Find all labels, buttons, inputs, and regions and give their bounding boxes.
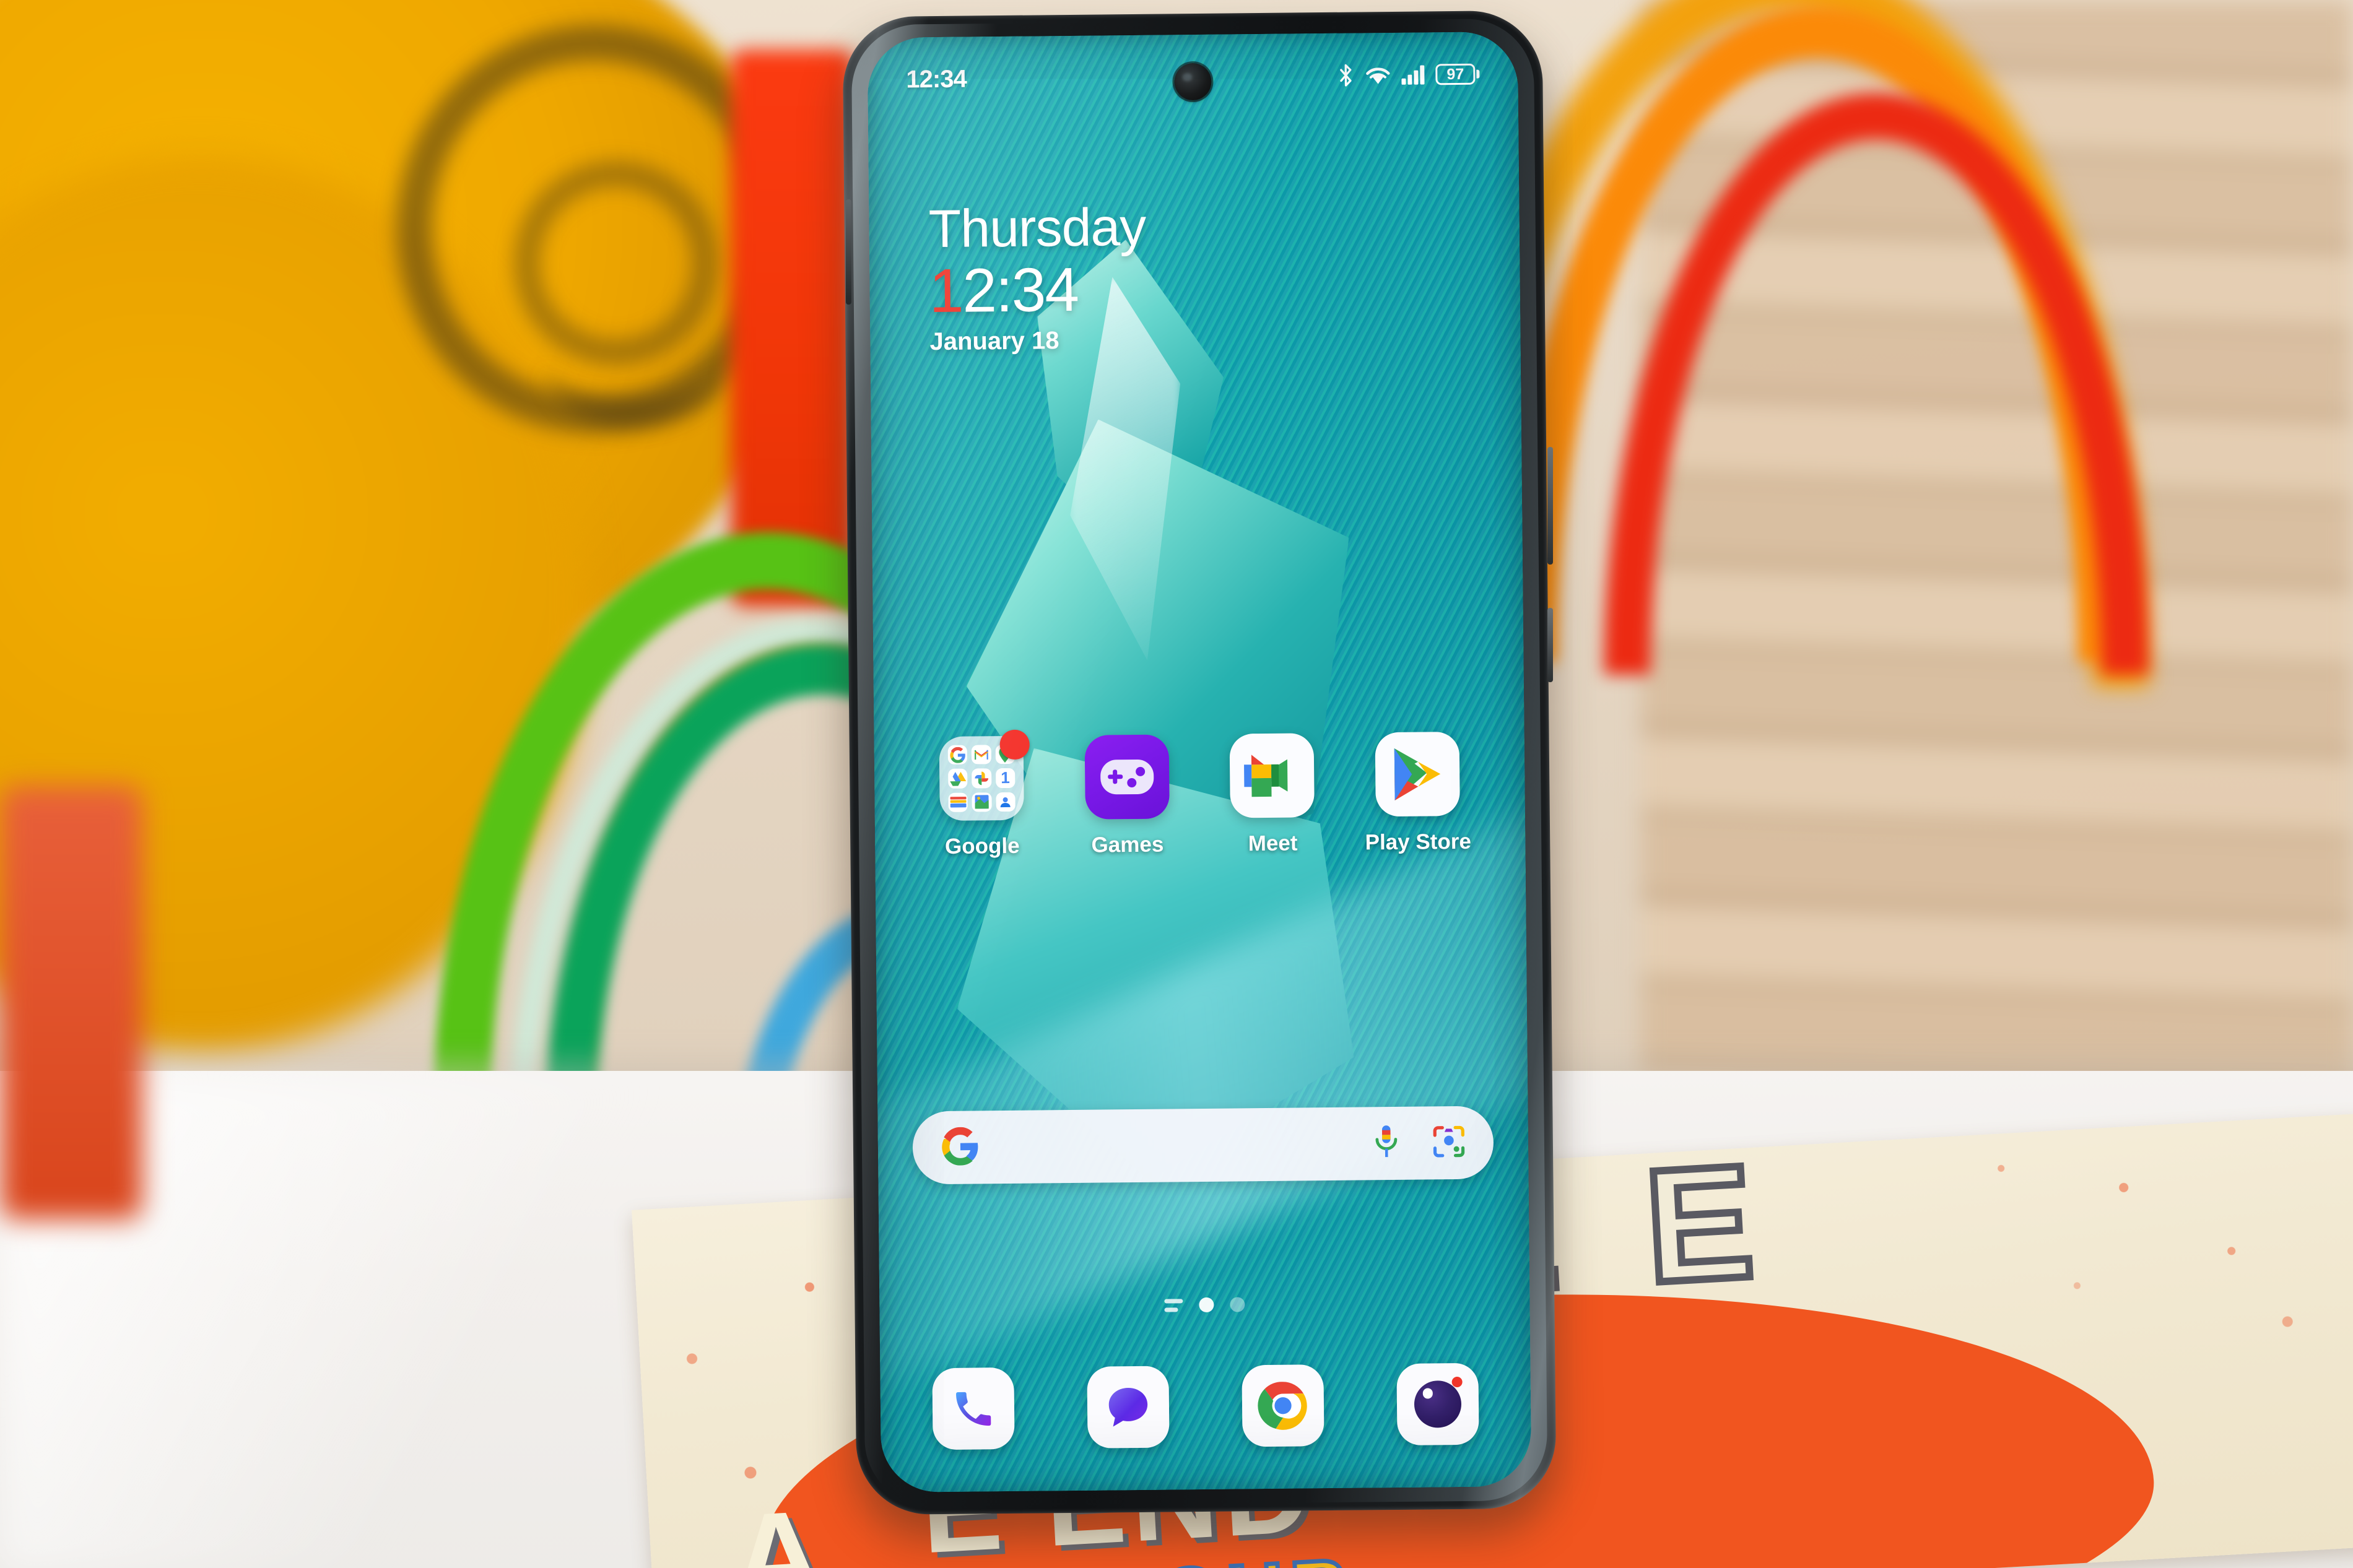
widgets-list-icon[interactable] xyxy=(1164,1298,1183,1312)
google-g-icon xyxy=(941,1127,980,1169)
volume-button[interactable] xyxy=(1547,447,1553,565)
camera-lens-glyph xyxy=(1414,1380,1462,1428)
clock-widget-time: 12:34 xyxy=(929,255,1146,326)
google-drive-icon xyxy=(948,768,968,789)
google-wallet-icon xyxy=(948,792,968,812)
chrome-icon[interactable] xyxy=(1242,1364,1324,1447)
bluetooth-icon xyxy=(1336,63,1355,88)
clock-widget[interactable]: Thursday 12:34 January 18 xyxy=(928,197,1147,357)
google-play-store-icon[interactable] xyxy=(1375,731,1460,817)
status-bar-clock: 12:34 xyxy=(906,65,967,93)
google-meet-icon[interactable] xyxy=(1229,733,1315,818)
poster-letter-a: A xyxy=(728,1483,827,1568)
app-label: Games xyxy=(1091,832,1164,857)
app-grid-row: 1 Google Games Meet Play Store xyxy=(874,729,1526,860)
camera-icon[interactable] xyxy=(1396,1362,1479,1445)
messages-icon[interactable] xyxy=(1087,1366,1170,1449)
status-bar-icons: 97 xyxy=(1336,62,1480,88)
gamepad-glyph xyxy=(1100,759,1154,795)
phone-icon[interactable] xyxy=(932,1367,1015,1450)
app-meet[interactable]: Meet xyxy=(1213,733,1332,857)
power-button[interactable] xyxy=(1547,608,1553,682)
app-google-folder[interactable]: 1 Google xyxy=(923,729,1042,859)
phone-screen[interactable]: 12:34 97 Thursday 12:34 January 18 1 Goo… xyxy=(867,32,1532,1492)
app-label: Play Store xyxy=(1365,829,1472,855)
clock-widget-time-first-digit: 1 xyxy=(929,256,963,326)
search-bar-actions xyxy=(1373,1123,1466,1163)
app-label: Meet xyxy=(1248,831,1298,856)
google-search-bar[interactable] xyxy=(912,1106,1494,1185)
red-block-object xyxy=(731,50,855,607)
front-camera-punch-hole xyxy=(1174,63,1212,101)
app-label: Google xyxy=(944,833,1020,859)
google-slides-icon xyxy=(972,792,992,812)
battery-icon: 97 xyxy=(1435,63,1480,85)
google-contacts-icon xyxy=(996,792,1016,812)
page-dot-active[interactable] xyxy=(1199,1297,1214,1313)
app-games[interactable]: Games xyxy=(1068,734,1186,858)
games-icon[interactable] xyxy=(1084,734,1170,820)
clock-widget-day: Thursday xyxy=(928,197,1146,259)
google-folder-icon[interactable]: 1 xyxy=(939,729,1030,821)
gmail-icon xyxy=(972,745,991,765)
google-photos-icon xyxy=(972,768,992,789)
notification-badge xyxy=(999,729,1030,760)
google-search-icon xyxy=(947,745,968,765)
app-dock xyxy=(880,1362,1531,1450)
microphone-icon[interactable] xyxy=(1373,1124,1400,1163)
clock-widget-date: January 18 xyxy=(929,327,1059,356)
app-play-store[interactable]: Play Store xyxy=(1359,731,1477,855)
battery-percent-label: 97 xyxy=(1446,65,1464,83)
camera-indicator-dot xyxy=(1451,1376,1463,1388)
wifi-icon xyxy=(1365,64,1391,85)
alert-slider[interactable] xyxy=(846,199,851,305)
clock-widget-time-rest: 2:34 xyxy=(962,255,1079,326)
yellow-print-arc xyxy=(545,303,724,427)
red-object-bottom-left xyxy=(0,786,142,1219)
cellular-signal-icon xyxy=(1401,64,1425,85)
page-dot-inactive[interactable] xyxy=(1230,1297,1245,1312)
google-lens-icon[interactable] xyxy=(1433,1125,1466,1160)
smartphone: 12:34 97 Thursday 12:34 January 18 1 Goo… xyxy=(842,10,1557,1515)
google-one-icon: 1 xyxy=(995,768,1016,788)
